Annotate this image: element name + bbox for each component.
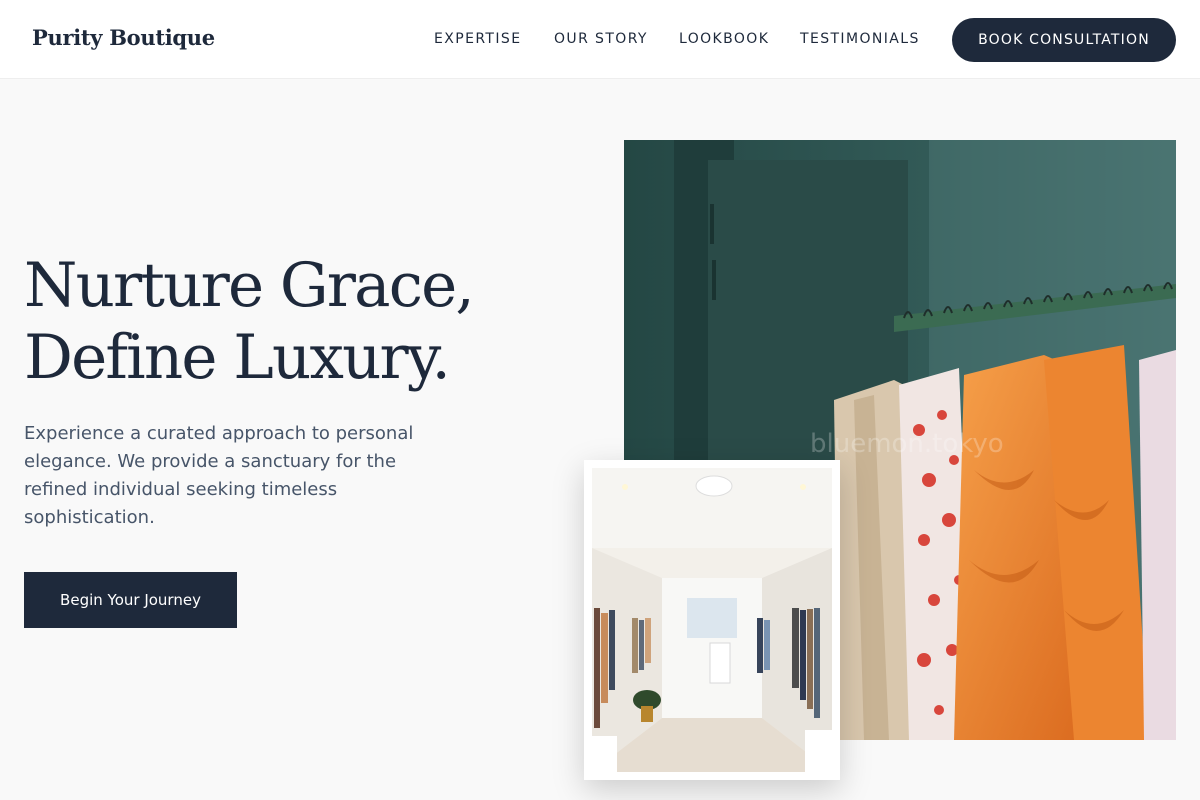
nav-link-expertise[interactable]: EXPERTISE [434,31,521,47]
hero-title-line-1: Nurture Grace, [24,250,475,321]
nav-link-testimonials[interactable]: TESTIMONIALS [800,31,920,47]
boutique-interior-photo [592,468,832,772]
watermark-text: bluemon.tokyo [810,429,1004,459]
hero-title-line-2: Define Luxury. [24,322,451,393]
hero-title: Nurture Grace, Define Luxury. [24,250,584,394]
nav-link-lookbook[interactable]: LOOKBOOK [679,31,769,47]
nav-link-our-story[interactable]: OUR STORY [554,31,648,47]
book-consultation-button[interactable]: BOOK CONSULTATION [952,18,1176,62]
begin-journey-button[interactable]: Begin Your Journey [24,572,237,628]
site-header: Purity Boutique EXPERTISE OUR STORY LOOK… [0,0,1200,79]
inset-photo-frame [584,460,840,780]
hero-subtitle: Experience a curated approach to persona… [24,423,414,528]
